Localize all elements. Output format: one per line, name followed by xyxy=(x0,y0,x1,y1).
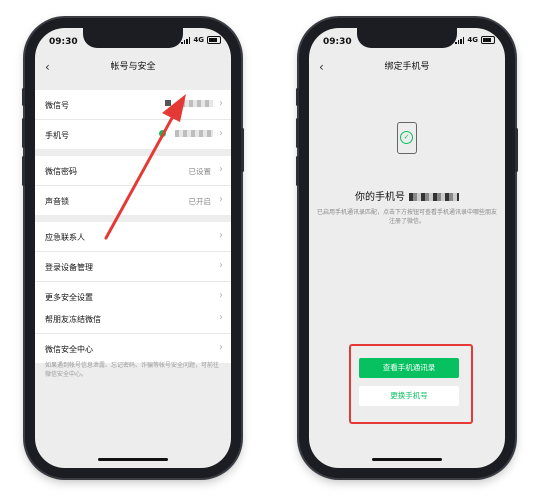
power-button xyxy=(241,128,244,172)
home-indicator xyxy=(372,458,442,461)
nav-bar: ‹ 绑定手机号 xyxy=(309,56,505,78)
phone-number-mosaic xyxy=(409,193,459,201)
chevron-right-icon: › xyxy=(219,164,223,175)
chevron-left-icon[interactable]: ‹ xyxy=(319,56,324,78)
volume-down-button xyxy=(296,156,299,186)
chevron-right-icon: › xyxy=(219,290,223,301)
page-title: 帐号与安全 xyxy=(110,62,156,72)
battery-icon xyxy=(207,36,221,44)
row-wechat-password[interactable]: 微信密码 已设置 › xyxy=(35,156,231,186)
left-phone-frame: 09:30 4G ‹ 帐号与安全 微信号 › 手机号 › 微信密码 已设置 › … xyxy=(22,18,244,478)
volume-up-button xyxy=(296,118,299,148)
right-screen: 09:30 4G ‹ 绑定手机号 ✓ 你的手机号 已启用手机通讯录匹配，点击下方… xyxy=(309,28,505,468)
help-group: 帮朋友冻结微信 › 微信安全中心 › xyxy=(35,304,231,363)
page-title: 绑定手机号 xyxy=(384,62,430,72)
row-label: 微信密码 xyxy=(45,167,77,176)
row-device-management[interactable]: 登录设备管理 › xyxy=(35,252,231,282)
row-emergency-contact[interactable]: 应急联系人 › xyxy=(35,222,231,252)
notch xyxy=(357,28,457,48)
your-number-line: 你的手机号 xyxy=(309,188,505,203)
battery-icon xyxy=(481,36,495,44)
annotation-highlight-box xyxy=(349,344,473,424)
home-indicator xyxy=(98,458,168,461)
status-time: 09:30 xyxy=(49,37,78,47)
phone-number-mosaic xyxy=(175,130,213,137)
volume-up-button xyxy=(22,118,25,148)
status-indicators: 4G xyxy=(455,36,495,44)
signal-icon xyxy=(455,36,465,44)
nav-bar: ‹ 帐号与安全 xyxy=(35,56,231,78)
volume-down-button xyxy=(22,156,25,186)
row-freeze-friend[interactable]: 帮朋友冻结微信 › xyxy=(35,304,231,334)
row-voice-lock[interactable]: 声音锁 已开启 › xyxy=(35,186,231,215)
verified-icon xyxy=(159,130,166,137)
qr-code-icon xyxy=(165,100,171,106)
power-button xyxy=(515,128,518,172)
row-label: 帮朋友冻结微信 xyxy=(45,315,101,324)
row-value: 已开启 xyxy=(188,197,212,206)
chevron-right-icon: › xyxy=(219,194,223,205)
your-number-label: 你的手机号 xyxy=(355,192,405,203)
wechat-id-mosaic xyxy=(181,100,213,107)
mute-switch xyxy=(22,88,25,106)
chevron-right-icon: › xyxy=(219,312,223,323)
notch xyxy=(83,28,183,48)
password-group: 微信密码 已设置 › 声音锁 已开启 › xyxy=(35,156,231,215)
row-label: 微信号 xyxy=(45,101,69,110)
security-footnote: 如果遇到帐号信息泄露、忘记密码、诈骗等帐号安全问题，可前往微信安全中心。 xyxy=(45,362,220,378)
status-time: 09:30 xyxy=(323,37,352,47)
row-security-center[interactable]: 微信安全中心 › xyxy=(35,334,231,363)
chevron-right-icon: › xyxy=(219,128,223,139)
contacts-description: 已启用手机通讯录匹配，点击下方按钮可查看手机通讯录中哪些朋友注册了微信。 xyxy=(317,209,498,225)
right-phone-frame: 09:30 4G ‹ 绑定手机号 ✓ 你的手机号 已启用手机通讯录匹配，点击下方… xyxy=(296,18,518,478)
signal-icon xyxy=(181,36,191,44)
chevron-right-icon: › xyxy=(219,260,223,271)
security-group: 应急联系人 › 登录设备管理 › 更多安全设置 › xyxy=(35,222,231,311)
network-type: 4G xyxy=(467,36,478,44)
chevron-right-icon: › xyxy=(219,98,223,109)
row-label: 手机号 xyxy=(45,131,69,140)
phone-verified-icon: ✓ xyxy=(397,122,417,154)
row-label: 登录设备管理 xyxy=(45,263,93,272)
chevron-left-icon[interactable]: ‹ xyxy=(45,56,50,78)
mute-switch xyxy=(296,88,299,106)
network-type: 4G xyxy=(193,36,204,44)
chevron-right-icon: › xyxy=(219,230,223,241)
check-circle-icon: ✓ xyxy=(400,131,413,144)
row-value: 已设置 xyxy=(188,167,212,176)
left-screen: 09:30 4G ‹ 帐号与安全 微信号 › 手机号 › 微信密码 已设置 › … xyxy=(35,28,231,468)
row-phone-number[interactable]: 手机号 › xyxy=(35,120,231,149)
row-label: 更多安全设置 xyxy=(45,293,93,302)
row-label: 应急联系人 xyxy=(45,233,85,242)
row-wechat-id[interactable]: 微信号 › xyxy=(35,90,231,120)
row-label: 微信安全中心 xyxy=(45,345,93,354)
chevron-right-icon: › xyxy=(219,342,223,353)
status-indicators: 4G xyxy=(181,36,221,44)
account-group: 微信号 › 手机号 › xyxy=(35,90,231,149)
row-label: 声音锁 xyxy=(45,197,69,206)
